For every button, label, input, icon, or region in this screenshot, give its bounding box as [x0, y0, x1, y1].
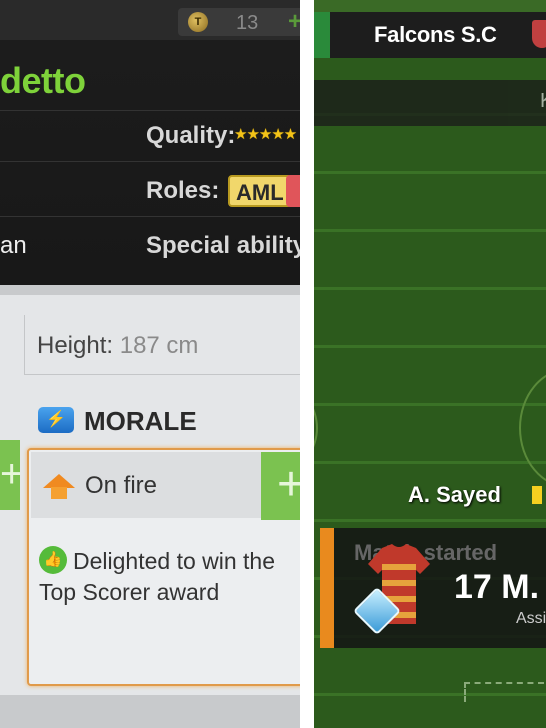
player-profile-panel: T 13 + detto Quality: ★★★★★ Roles: AML a… [0, 0, 300, 728]
divider [0, 110, 300, 111]
pitch-arc [314, 388, 318, 468]
role-badge-aml[interactable]: AML [228, 175, 292, 207]
morale-state: On fire [85, 472, 158, 499]
penalty-box-line [464, 682, 544, 702]
center-circle [519, 368, 546, 488]
morale-card[interactable]: On fire + 👍 Delighted to win the Top Sco… [27, 448, 300, 686]
yellow-card-icon [532, 486, 542, 504]
strip-text: K [540, 90, 546, 113]
height-row: Height: 187 cm [37, 332, 198, 360]
event-accent-bar [320, 528, 334, 648]
match-event-card[interactable]: Match started 17 M. Assi [320, 528, 546, 648]
currency-pill[interactable]: T 13 + [178, 8, 300, 36]
crest-icon [532, 20, 546, 48]
quality-label: Quality: [146, 122, 236, 149]
morale-title: MORALE [84, 406, 197, 436]
lightning-icon: ⚡ [38, 407, 74, 433]
height-label: Height: [37, 332, 114, 359]
split-divider [300, 0, 314, 728]
divider [0, 161, 300, 162]
morale-description: Delighted to win the Top Scorer award [39, 548, 276, 605]
player-name: detto [0, 60, 86, 101]
height-box: Height: 187 cm [24, 315, 300, 375]
add-currency-button[interactable]: + [288, 8, 300, 36]
divider [0, 216, 300, 217]
score-strip: K [314, 80, 546, 126]
roles-label: Roles: [146, 177, 220, 204]
player-header: detto Quality: ★★★★★ Roles: AML an Speci… [0, 40, 300, 285]
morale-state-row: On fire + [31, 452, 300, 520]
info-card: Height: 187 cm ⚡ MORALE On fire + 👍 Deli… [0, 295, 300, 695]
coin-count: 13 [236, 12, 259, 34]
role-badge-secondary[interactable] [286, 175, 300, 207]
up-arrow-icon [43, 474, 75, 488]
quality-stars-icon: ★★★★★ [234, 126, 297, 143]
adjacent-plus-button[interactable]: + [0, 440, 20, 510]
team-name: Falcons S.C [374, 22, 497, 47]
nationality-text: an [0, 232, 27, 259]
event-sub-label: Assi [516, 610, 546, 627]
match-panel: Falcons S.C K A. Sayed Match started 17 … [314, 0, 546, 728]
special-ability-label: Special ability [146, 232, 300, 259]
team-bar[interactable]: Falcons S.C [314, 12, 546, 58]
boost-morale-button[interactable]: + [261, 452, 300, 520]
team-color-bar [314, 12, 330, 58]
event-player: 17 M. [454, 568, 540, 606]
coin-icon: T [188, 12, 208, 32]
scorer-name: A. Sayed [408, 482, 501, 507]
top-bar: T 13 + [0, 0, 300, 40]
up-arrow-stem [51, 487, 67, 499]
height-value: 187 cm [119, 332, 199, 359]
info-area: Height: 187 cm ⚡ MORALE On fire + 👍 Deli… [0, 285, 300, 728]
